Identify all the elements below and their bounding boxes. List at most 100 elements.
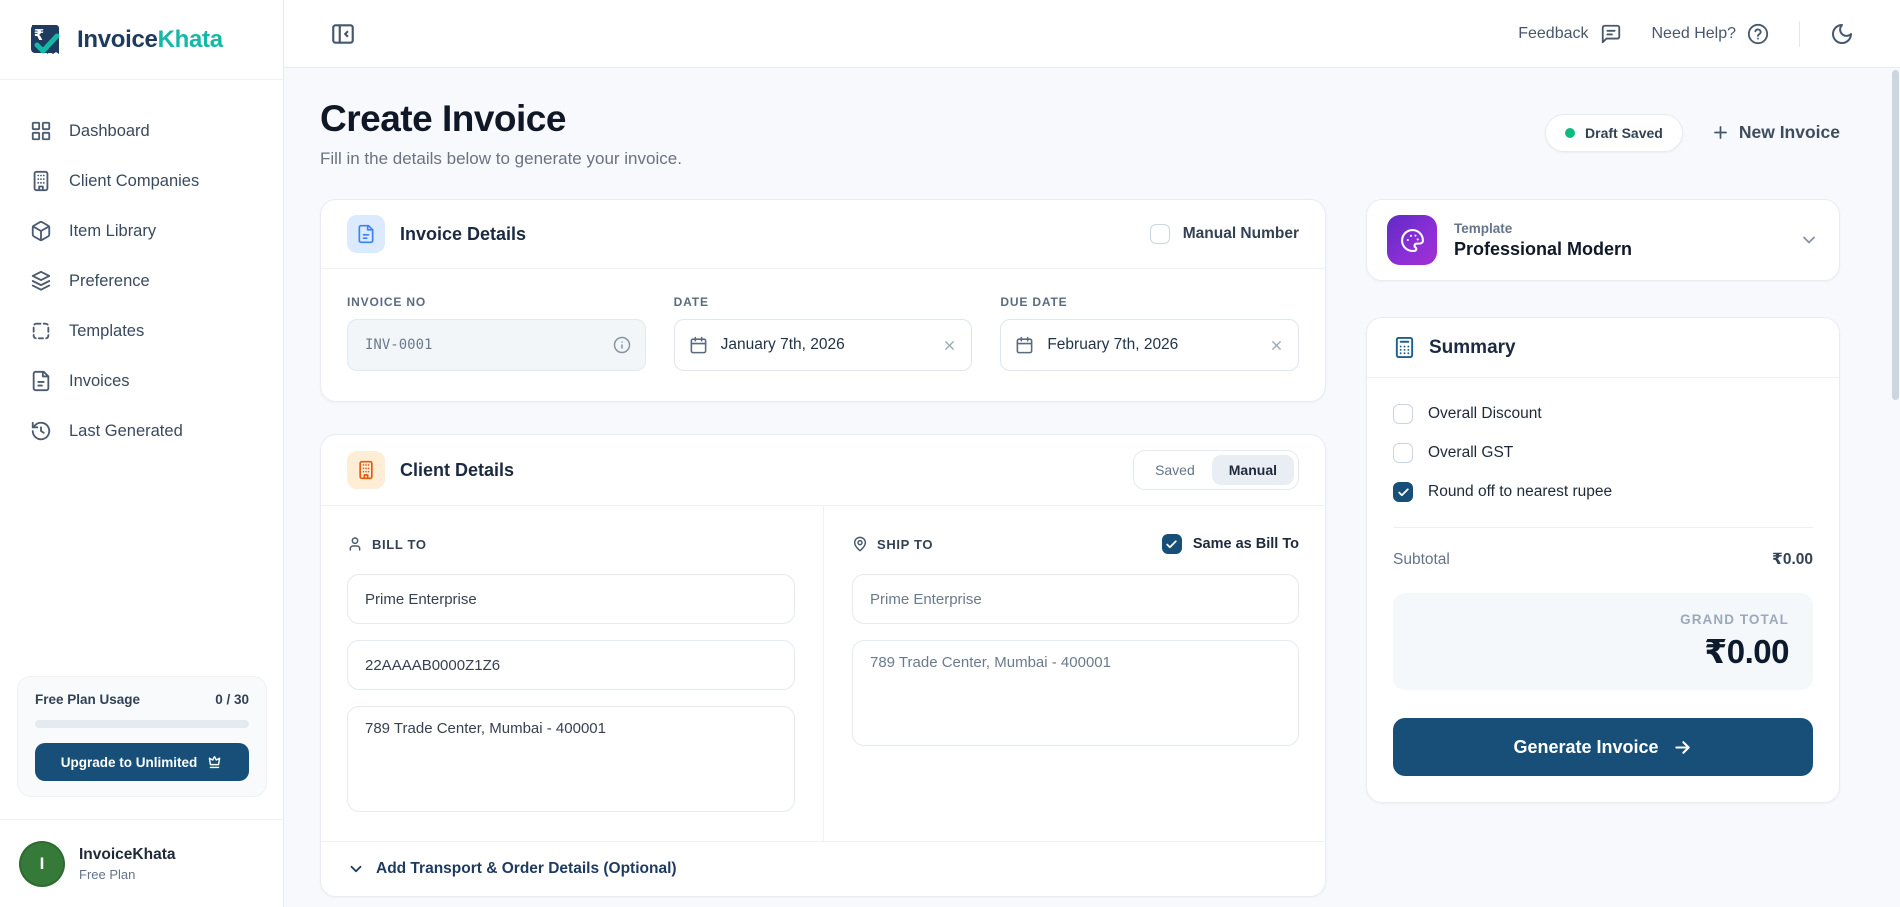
new-invoice-button[interactable]: New Invoice [1711, 122, 1840, 143]
upgrade-button[interactable]: Upgrade to Unlimited [35, 743, 249, 781]
due-date-value: February 7th, 2026 [1047, 336, 1256, 354]
clear-date-button[interactable] [942, 338, 957, 353]
sidebar-item-client-companies[interactable]: Client Companies [18, 156, 265, 206]
summary-card: Summary Overall Discount Overall GST [1366, 317, 1840, 803]
date-value: January 7th, 2026 [721, 336, 930, 354]
sidebar-item-preference[interactable]: Preference [18, 256, 265, 306]
calendar-icon [1015, 336, 1034, 355]
date-field-group: DATE January 7th, 2026 [674, 295, 973, 371]
file-text-icon [30, 370, 52, 392]
due-date-picker[interactable]: February 7th, 2026 [1000, 319, 1299, 371]
sidebar-collapse-button[interactable] [330, 21, 356, 47]
same-as-bill-label: Same as Bill To [1193, 536, 1299, 552]
ship-to-section: SHIP TO Same as Bill To 789 Trade Center… [823, 506, 1325, 841]
manual-number-label: Manual Number [1183, 225, 1299, 243]
avatar: I [19, 841, 65, 887]
ship-to-name-input[interactable] [852, 574, 1299, 624]
transport-details-label: Add Transport & Order Details (Optional) [376, 860, 677, 878]
template-value: Professional Modern [1454, 239, 1632, 260]
round-off-option[interactable]: Round off to nearest rupee [1393, 482, 1813, 502]
dark-mode-toggle[interactable] [1830, 22, 1854, 46]
sidebar-item-label: Last Generated [69, 422, 183, 441]
need-help-label: Need Help? [1652, 25, 1737, 43]
feedback-label: Feedback [1518, 25, 1588, 43]
chevron-down-icon [347, 860, 365, 878]
free-plan-usage-card: Free Plan Usage 0 / 30 Upgrade to Unlimi… [17, 676, 267, 797]
page-subtitle: Fill in the details below to generate yo… [320, 149, 682, 169]
svg-text:₹: ₹ [34, 26, 44, 44]
bill-to-address-textarea[interactable]: 789 Trade Center, Mumbai - 400001 [347, 706, 795, 812]
free-plan-usage-count: 0 / 30 [215, 692, 249, 707]
sidebar-item-templates[interactable]: Templates [18, 306, 265, 356]
sidebar-nav: Dashboard Client Companies Item Library … [0, 80, 283, 456]
map-pin-icon [852, 536, 868, 552]
overall-gst-checkbox[interactable] [1393, 443, 1413, 463]
user-profile[interactable]: I InvoiceKhata Free Plan [0, 819, 283, 907]
sidebar-item-label: Templates [69, 322, 144, 341]
grand-total-label: GRAND TOTAL [1417, 612, 1789, 627]
usage-progress-bar [35, 720, 249, 728]
scrollbar-thumb[interactable] [1892, 70, 1899, 400]
due-date-field-group: DUE DATE February 7th, 2026 [1000, 295, 1299, 371]
sidebar-item-label: Dashboard [69, 122, 150, 141]
due-date-label: DUE DATE [1000, 295, 1299, 309]
sidebar-item-last-generated[interactable]: Last Generated [18, 406, 265, 456]
invoicekhata-logo-icon: ₹ [26, 21, 64, 59]
sidebar-item-dashboard[interactable]: Dashboard [18, 106, 265, 156]
overall-discount-checkbox[interactable] [1393, 404, 1413, 424]
client-details-icon [347, 451, 385, 489]
transport-details-expander[interactable]: Add Transport & Order Details (Optional) [321, 841, 1325, 896]
calculator-icon [1393, 336, 1416, 359]
overall-discount-option[interactable]: Overall Discount [1393, 404, 1813, 424]
sidebar-item-item-library[interactable]: Item Library [18, 206, 265, 256]
arrow-right-icon [1672, 737, 1693, 758]
avatar-initial: I [40, 854, 45, 874]
chevron-down-icon [1799, 230, 1819, 250]
date-picker[interactable]: January 7th, 2026 [674, 319, 973, 371]
upgrade-button-label: Upgrade to Unlimited [61, 755, 198, 770]
brand-name-secondary: Khata [158, 26, 223, 53]
invoice-no-field-group: INVOICE NO [347, 295, 646, 371]
same-as-bill-to[interactable]: Same as Bill To [1162, 534, 1299, 554]
sidebar-item-label: Client Companies [69, 172, 199, 191]
clear-due-date-button[interactable] [1269, 338, 1284, 353]
bill-to-gstin-input[interactable] [347, 640, 795, 690]
toggle-manual[interactable]: Manual [1212, 455, 1294, 485]
bill-to-name-input[interactable] [347, 574, 795, 624]
info-icon[interactable] [613, 336, 631, 354]
message-square-icon [1600, 23, 1622, 45]
grand-total-panel: GRAND TOTAL ₹0.00 [1393, 593, 1813, 690]
palette-icon [1387, 215, 1437, 265]
summary-divider [1393, 527, 1813, 528]
building-icon [30, 170, 52, 192]
manual-number-checkbox[interactable] [1150, 224, 1170, 244]
client-details-title: Client Details [400, 460, 514, 481]
overall-gst-label: Overall GST [1428, 444, 1513, 462]
round-off-checkbox[interactable] [1393, 482, 1413, 502]
client-mode-toggle: Saved Manual [1133, 450, 1299, 490]
generate-invoice-button[interactable]: Generate Invoice [1393, 718, 1813, 776]
status-dot [1565, 128, 1575, 138]
history-icon [30, 420, 52, 442]
sidebar: ₹ InvoiceKhata Dashboard Client Companie… [0, 0, 284, 907]
same-as-bill-checkbox[interactable] [1162, 534, 1182, 554]
topbar: Feedback Need Help? [284, 0, 1900, 68]
overall-gst-option[interactable]: Overall GST [1393, 443, 1813, 463]
brand-logo[interactable]: ₹ InvoiceKhata [0, 0, 283, 80]
ship-to-address-textarea[interactable]: 789 Trade Center, Mumbai - 400001 [852, 640, 1299, 746]
need-help-button[interactable]: Need Help? [1652, 23, 1770, 45]
overall-discount-label: Overall Discount [1428, 405, 1542, 423]
summary-title: Summary [1429, 337, 1516, 359]
free-plan-usage-title: Free Plan Usage [35, 692, 140, 707]
feedback-button[interactable]: Feedback [1518, 23, 1621, 45]
generate-invoice-label: Generate Invoice [1513, 737, 1658, 758]
dashboard-grid-icon [30, 120, 52, 142]
invoice-no-input[interactable] [347, 319, 646, 371]
toggle-saved[interactable]: Saved [1138, 455, 1212, 485]
package-icon [30, 220, 52, 242]
bill-to-section: BILL TO 789 Trade Center, Mumbai - 40000… [321, 506, 823, 841]
sidebar-item-invoices[interactable]: Invoices [18, 356, 265, 406]
template-selector[interactable]: Template Professional Modern [1366, 199, 1840, 281]
brand-name: InvoiceKhata [77, 26, 223, 54]
user-icon [347, 536, 363, 552]
